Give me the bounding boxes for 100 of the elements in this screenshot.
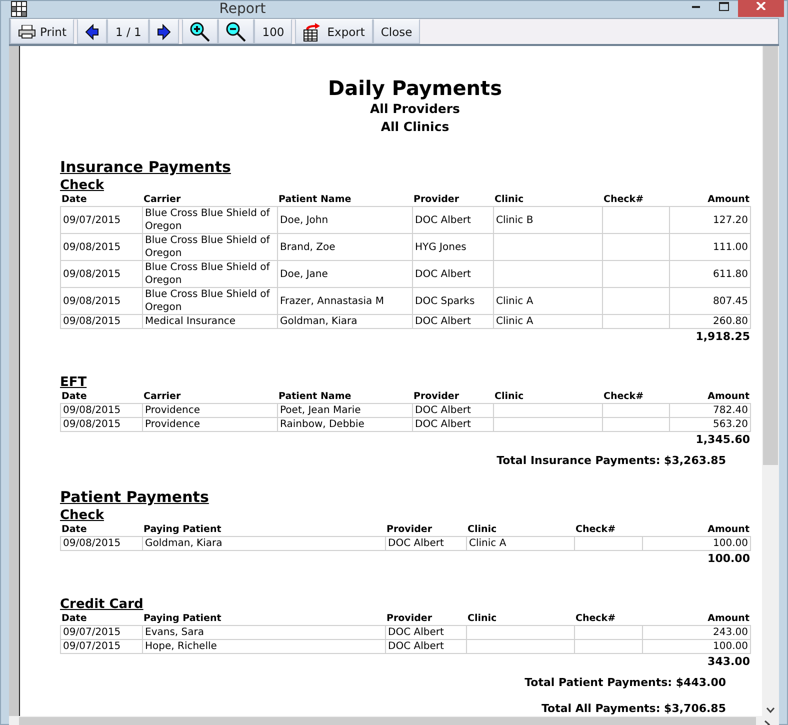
close-button[interactable] xyxy=(738,0,784,16)
report-subtitle: All Providers xyxy=(369,100,461,118)
table-cell: Evans, Sara xyxy=(142,626,386,640)
minimize-icon xyxy=(692,4,700,8)
app-grid-icon xyxy=(11,1,27,17)
column-header: Provider xyxy=(386,524,466,536)
table-cell: DOC Albert xyxy=(412,418,494,432)
printer-icon xyxy=(18,24,36,38)
column-header: Date xyxy=(60,194,142,206)
print-button[interactable]: Print xyxy=(10,19,74,44)
column-header: Clinic xyxy=(494,391,602,404)
table-cell: Hope, Richelle xyxy=(142,640,386,654)
table-cell: 09/07/2015 xyxy=(60,626,142,640)
table-cell xyxy=(602,206,670,234)
vertical-scrollbar[interactable] xyxy=(762,46,779,716)
column-header: Paying Patient xyxy=(142,613,386,626)
column-header: Patient Name xyxy=(278,194,412,206)
table-cell: Clinic B xyxy=(494,206,602,234)
column-header: Check# xyxy=(574,524,642,536)
table-cell: 111.00 xyxy=(670,234,750,260)
table-cell: DOC Albert xyxy=(386,536,466,550)
window-title: Report xyxy=(218,1,267,17)
table-cell: Goldman, Kiara xyxy=(142,536,386,550)
table-cell: 09/08/2015 xyxy=(60,418,142,432)
table-cell: DOC Albert xyxy=(412,314,494,328)
table-cell: 09/08/2015 xyxy=(60,234,142,260)
table-cell xyxy=(602,314,670,328)
group-heading: Credit Card xyxy=(60,597,144,613)
export-button[interactable]: Export xyxy=(295,19,373,44)
table-cell: 260.80 xyxy=(670,314,750,328)
column-header: Clinic xyxy=(494,194,602,206)
table-cell: 09/08/2015 xyxy=(60,288,142,314)
left-arrow-icon xyxy=(85,24,100,40)
section-total: Total Patient Payments: $443.00 xyxy=(524,675,726,690)
column-header: Amount xyxy=(670,194,750,206)
section-heading: Insurance Payments xyxy=(60,158,232,176)
column-header: Clinic xyxy=(466,613,574,626)
table-cell: 127.20 xyxy=(670,206,750,234)
column-header: Patient Name xyxy=(278,391,412,404)
table-cell: Poet, Jean Marie xyxy=(278,404,412,418)
column-header: Date xyxy=(60,613,142,626)
next-page-button[interactable] xyxy=(149,19,180,44)
table-cell: 100.00 xyxy=(642,536,750,550)
report-title: Daily Payments xyxy=(327,76,503,100)
table-cell xyxy=(602,260,670,288)
toolbar-button[interactable]: 1 / 1 xyxy=(107,19,150,44)
column-header: Check# xyxy=(602,194,670,206)
table-cell: Blue Cross Blue Shield of Oregon xyxy=(142,206,278,234)
column-header: Check# xyxy=(602,391,670,404)
table-cell xyxy=(602,288,670,314)
table-cell: 09/07/2015 xyxy=(60,640,142,654)
column-header: Paying Patient xyxy=(142,524,386,536)
table-cell xyxy=(574,640,642,654)
table-cell: Blue Cross Blue Shield of Oregon xyxy=(142,288,278,314)
zoom-out-button[interactable] xyxy=(218,19,254,44)
table-cell: 09/07/2015 xyxy=(60,206,142,234)
toolbar-button[interactable]: Close xyxy=(372,19,420,44)
table-cell: 09/08/2015 xyxy=(60,260,142,288)
table-cell: 09/08/2015 xyxy=(60,536,142,550)
table-cell: 243.00 xyxy=(642,626,750,640)
column-header: Provider xyxy=(412,391,494,404)
table-cell: Clinic A xyxy=(494,314,602,328)
table-cell: 807.45 xyxy=(670,288,750,314)
table-cell: DOC Sparks xyxy=(412,288,494,314)
column-header: Carrier xyxy=(142,391,278,404)
column-header: Clinic xyxy=(466,524,574,536)
previous-page-button[interactable] xyxy=(77,19,108,44)
subtotal: 1,918.25 xyxy=(694,329,750,344)
column-header: Carrier xyxy=(142,194,278,206)
table-cell: Goldman, Kiara xyxy=(278,314,412,328)
table-cell: 09/08/2015 xyxy=(60,404,142,418)
column-header: Amount xyxy=(642,613,750,626)
zoom-in-button[interactable] xyxy=(182,19,218,44)
table-cell: HYG Jones xyxy=(412,234,494,260)
table-cell: Brand, Zoe xyxy=(278,234,412,260)
table-cell: 611.80 xyxy=(670,260,750,288)
column-header: Check# xyxy=(574,613,642,626)
zoom-in-icon xyxy=(190,22,210,42)
subtotal: 1,345.60 xyxy=(694,432,750,447)
group-heading: EFT xyxy=(60,375,88,391)
table-cell: DOC Albert xyxy=(412,404,494,418)
table-cell: DOC Albert xyxy=(386,640,466,654)
subtotal: 100.00 xyxy=(706,551,750,566)
zoom-out-icon xyxy=(226,22,246,42)
column-header: Date xyxy=(60,391,142,404)
table-cell: Blue Cross Blue Shield of Oregon xyxy=(142,234,278,260)
column-header: Amount xyxy=(670,391,750,404)
table-cell: Clinic A xyxy=(466,536,574,550)
report-subtitle: All Clinics xyxy=(380,118,450,136)
toolbar-button[interactable]: 100 xyxy=(254,19,292,44)
table-cell: Frazer, Annastasia M xyxy=(278,288,412,314)
table-cell: Rainbow, Debbie xyxy=(278,418,412,432)
section-total: Total Insurance Payments: $3,263.85 xyxy=(496,453,726,468)
table-cell: 100.00 xyxy=(642,640,750,654)
table-cell: Providence xyxy=(142,404,278,418)
maximize-icon xyxy=(719,2,729,10)
table-cell xyxy=(574,626,642,640)
table-cell: Blue Cross Blue Shield of Oregon xyxy=(142,260,278,288)
table-cell xyxy=(602,418,670,432)
table-cell: Clinic A xyxy=(494,288,602,314)
